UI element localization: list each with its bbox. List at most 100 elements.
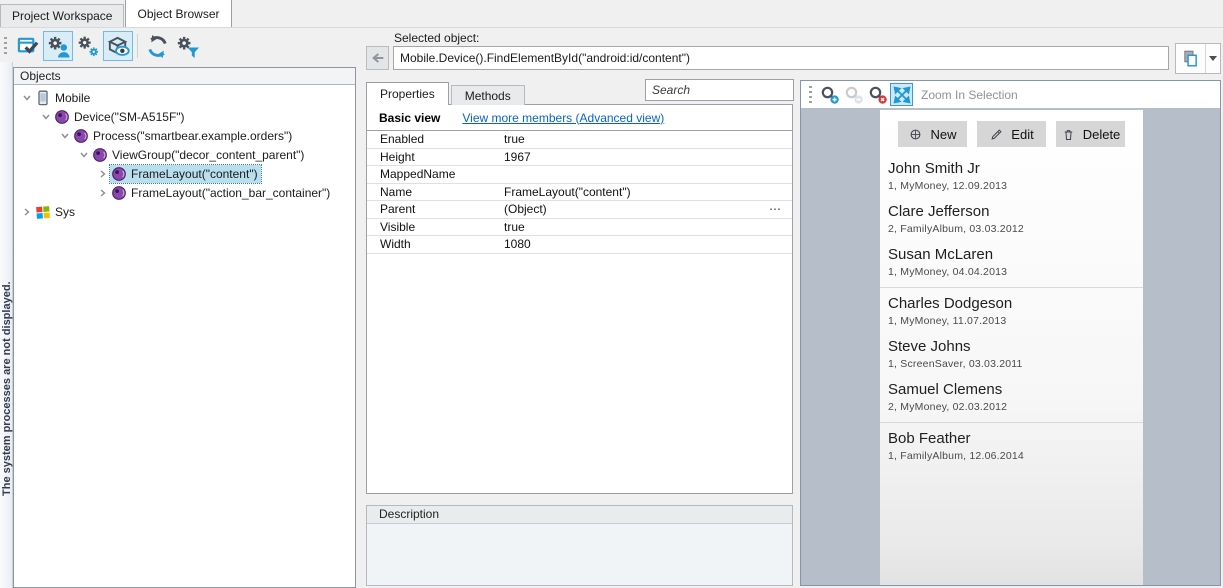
copy-button[interactable] — [1175, 43, 1221, 74]
property-row[interactable]: Parent (Object) ⋯ — [367, 201, 792, 219]
expander-chevron-icon[interactable] — [20, 205, 34, 219]
property-row[interactable]: Visible true ⋯ — [367, 219, 792, 237]
contact-details: 1, MyMoney, 11.07.2013 — [888, 315, 1133, 327]
property-value: 1080 — [504, 237, 792, 251]
chevron-down-icon — [1209, 56, 1217, 61]
tree-item-content[interactable]: Sys — [34, 203, 78, 221]
tree-item[interactable]: Mobile — [14, 88, 355, 107]
contact-list-item[interactable]: Susan McLaren 1, MyMoney, 04.04.2013 — [880, 240, 1143, 288]
component-icon — [111, 185, 127, 201]
device-action-button[interactable]: New — [898, 121, 967, 147]
contact-details: 1, MyMoney, 04.04.2013 — [888, 266, 1133, 278]
search-input[interactable] — [646, 80, 813, 100]
component-icon — [111, 166, 127, 182]
zoom-out-icon[interactable] — [842, 83, 865, 106]
device-screen-area: New Edit — [801, 108, 1220, 585]
contact-list: John Smith Jr 1, MyMoney, 12.09.2013 Cla… — [880, 154, 1143, 467]
fit-selection-icon[interactable] — [890, 83, 913, 106]
contact-list-item[interactable]: Clare Jefferson 2, FamilyAlbum, 03.03.20… — [880, 197, 1143, 240]
advanced-view-link[interactable]: View more members (Advanced view) — [462, 111, 664, 125]
tree-item[interactable]: FrameLayout("content") — [14, 164, 355, 183]
device-action-button[interactable]: Edit — [977, 121, 1046, 147]
toolbar-separator — [137, 34, 138, 58]
tree-item-content[interactable]: FrameLayout("content") — [110, 165, 261, 183]
contact-details: 2, FamilyAlbum, 03.03.2012 — [888, 223, 1133, 235]
tree-item-content[interactable]: Mobile — [34, 89, 93, 107]
contact-name: John Smith Jr — [888, 159, 1133, 178]
windows-icon — [35, 204, 51, 220]
contact-list-item[interactable]: John Smith Jr 1, MyMoney, 12.09.2013 — [880, 154, 1143, 197]
expander-chevron-icon[interactable] — [96, 167, 110, 181]
tree-item-content[interactable]: Process("smartbear.example.orders") — [72, 127, 295, 145]
properties-panel: Basic view View more members (Advanced v… — [366, 104, 793, 494]
tree-item-content[interactable]: FrameLayout("action_bar_container") — [110, 184, 333, 202]
expander-chevron-icon[interactable] — [77, 148, 91, 162]
plus-circle-icon — [908, 127, 923, 142]
refresh-icon[interactable] — [142, 31, 172, 61]
objects-tree: Mobile Device("SM-A515F") — [14, 85, 355, 221]
zoom-toolbar: Zoom In Selection — [801, 81, 1220, 108]
expander-chevron-icon[interactable] — [39, 110, 53, 124]
selected-object-input[interactable] — [393, 46, 1169, 70]
tree-item[interactable]: ViewGroup("decor_content_parent") — [14, 145, 355, 164]
properties-header: Basic view View more members (Advanced v… — [367, 105, 792, 131]
component-icon — [54, 109, 70, 125]
inspector-tab[interactable]: Properties — [366, 82, 449, 105]
tree-item[interactable]: FrameLayout("action_bar_container") — [14, 183, 355, 202]
description-panel: Description — [366, 505, 793, 586]
zoom-in-icon[interactable] — [818, 83, 841, 106]
property-row[interactable]: MappedName ⋯ — [367, 166, 792, 184]
top-tabstrip: Project Workspace Object Browser — [0, 0, 1223, 28]
tree-item-label: ViewGroup("decor_content_parent") — [112, 148, 304, 162]
property-row[interactable]: Enabled true ⋯ — [367, 131, 792, 149]
expander-chevron-icon[interactable] — [96, 186, 110, 200]
zoom-reset-icon[interactable] — [866, 83, 889, 106]
tree-item[interactable]: Device("SM-A515F") — [14, 107, 355, 126]
tree-item[interactable]: Process("smartbear.example.orders") — [14, 126, 355, 145]
ellipsis-button[interactable]: ⋯ — [764, 204, 792, 214]
property-row[interactable]: Name FrameLayout("content") ⋯ — [367, 184, 792, 202]
tree-item-label: FrameLayout("content") — [131, 167, 258, 181]
gear-filter-icon[interactable] — [172, 31, 202, 61]
inspector-tabstrip: Properties Methods — [366, 82, 527, 105]
contact-list-item[interactable]: Samuel Clemens 2, MyMoney, 02.03.2012 — [880, 375, 1143, 423]
property-row[interactable]: Width 1080 ⋯ — [367, 236, 792, 254]
inspector-tab[interactable]: Methods — [451, 85, 525, 105]
box-eye-icon[interactable] — [103, 31, 133, 61]
expander-chevron-icon[interactable] — [58, 129, 72, 143]
inspector-tab-label: Properties — [380, 87, 435, 101]
zoom-toolbar-grip-handle[interactable] — [809, 86, 812, 104]
device-action-button[interactable]: Delete — [1056, 121, 1125, 147]
property-name: Visible — [367, 220, 504, 234]
objects-panel-title: Objects — [14, 68, 355, 85]
property-name: MappedName — [367, 167, 504, 181]
zoom-toolbar-label: Zoom In Selection — [921, 88, 1018, 102]
workspace-tab[interactable]: Object Browser — [125, 0, 231, 27]
copy-icon[interactable] — [1176, 44, 1205, 73]
contact-name: Charles Dodgeson — [888, 294, 1133, 313]
gear-user-icon[interactable] — [43, 31, 73, 61]
tab-label: Project Workspace — [12, 9, 112, 23]
toolbar-grip-handle[interactable] — [4, 37, 7, 55]
property-value: true — [504, 132, 792, 146]
contact-name: Samuel Clemens — [888, 380, 1133, 399]
device-screen[interactable]: New Edit — [880, 110, 1143, 585]
expander-chevron-icon[interactable] — [20, 91, 34, 105]
pencil-icon — [989, 127, 1004, 142]
gears-icon[interactable] — [73, 31, 103, 61]
copy-dropdown-button[interactable] — [1205, 44, 1220, 73]
contact-name: Bob Feather — [888, 429, 1133, 448]
property-row[interactable]: Height 1967 ⋯ — [367, 149, 792, 167]
back-button[interactable] — [366, 46, 389, 70]
property-name: Height — [367, 150, 504, 164]
contact-list-item[interactable]: Charles Dodgeson 1, MyMoney, 11.07.2013 — [880, 289, 1143, 332]
window-check-icon[interactable] — [13, 31, 43, 61]
inspector-tab-label: Methods — [465, 89, 511, 103]
contact-list-item[interactable]: Steve Johns 1, ScreenSaver, 03.03.2011 — [880, 332, 1143, 375]
tree-item[interactable]: Sys — [14, 202, 355, 221]
contact-list-item[interactable]: Bob Feather 1, FamilyAlbum, 12.06.2014 — [880, 424, 1143, 467]
workspace-tab[interactable]: Project Workspace — [0, 4, 124, 27]
tree-item-content[interactable]: ViewGroup("decor_content_parent") — [91, 146, 307, 164]
tree-item-label: Process("smartbear.example.orders") — [93, 129, 292, 143]
tree-item-content[interactable]: Device("SM-A515F") — [53, 108, 188, 126]
